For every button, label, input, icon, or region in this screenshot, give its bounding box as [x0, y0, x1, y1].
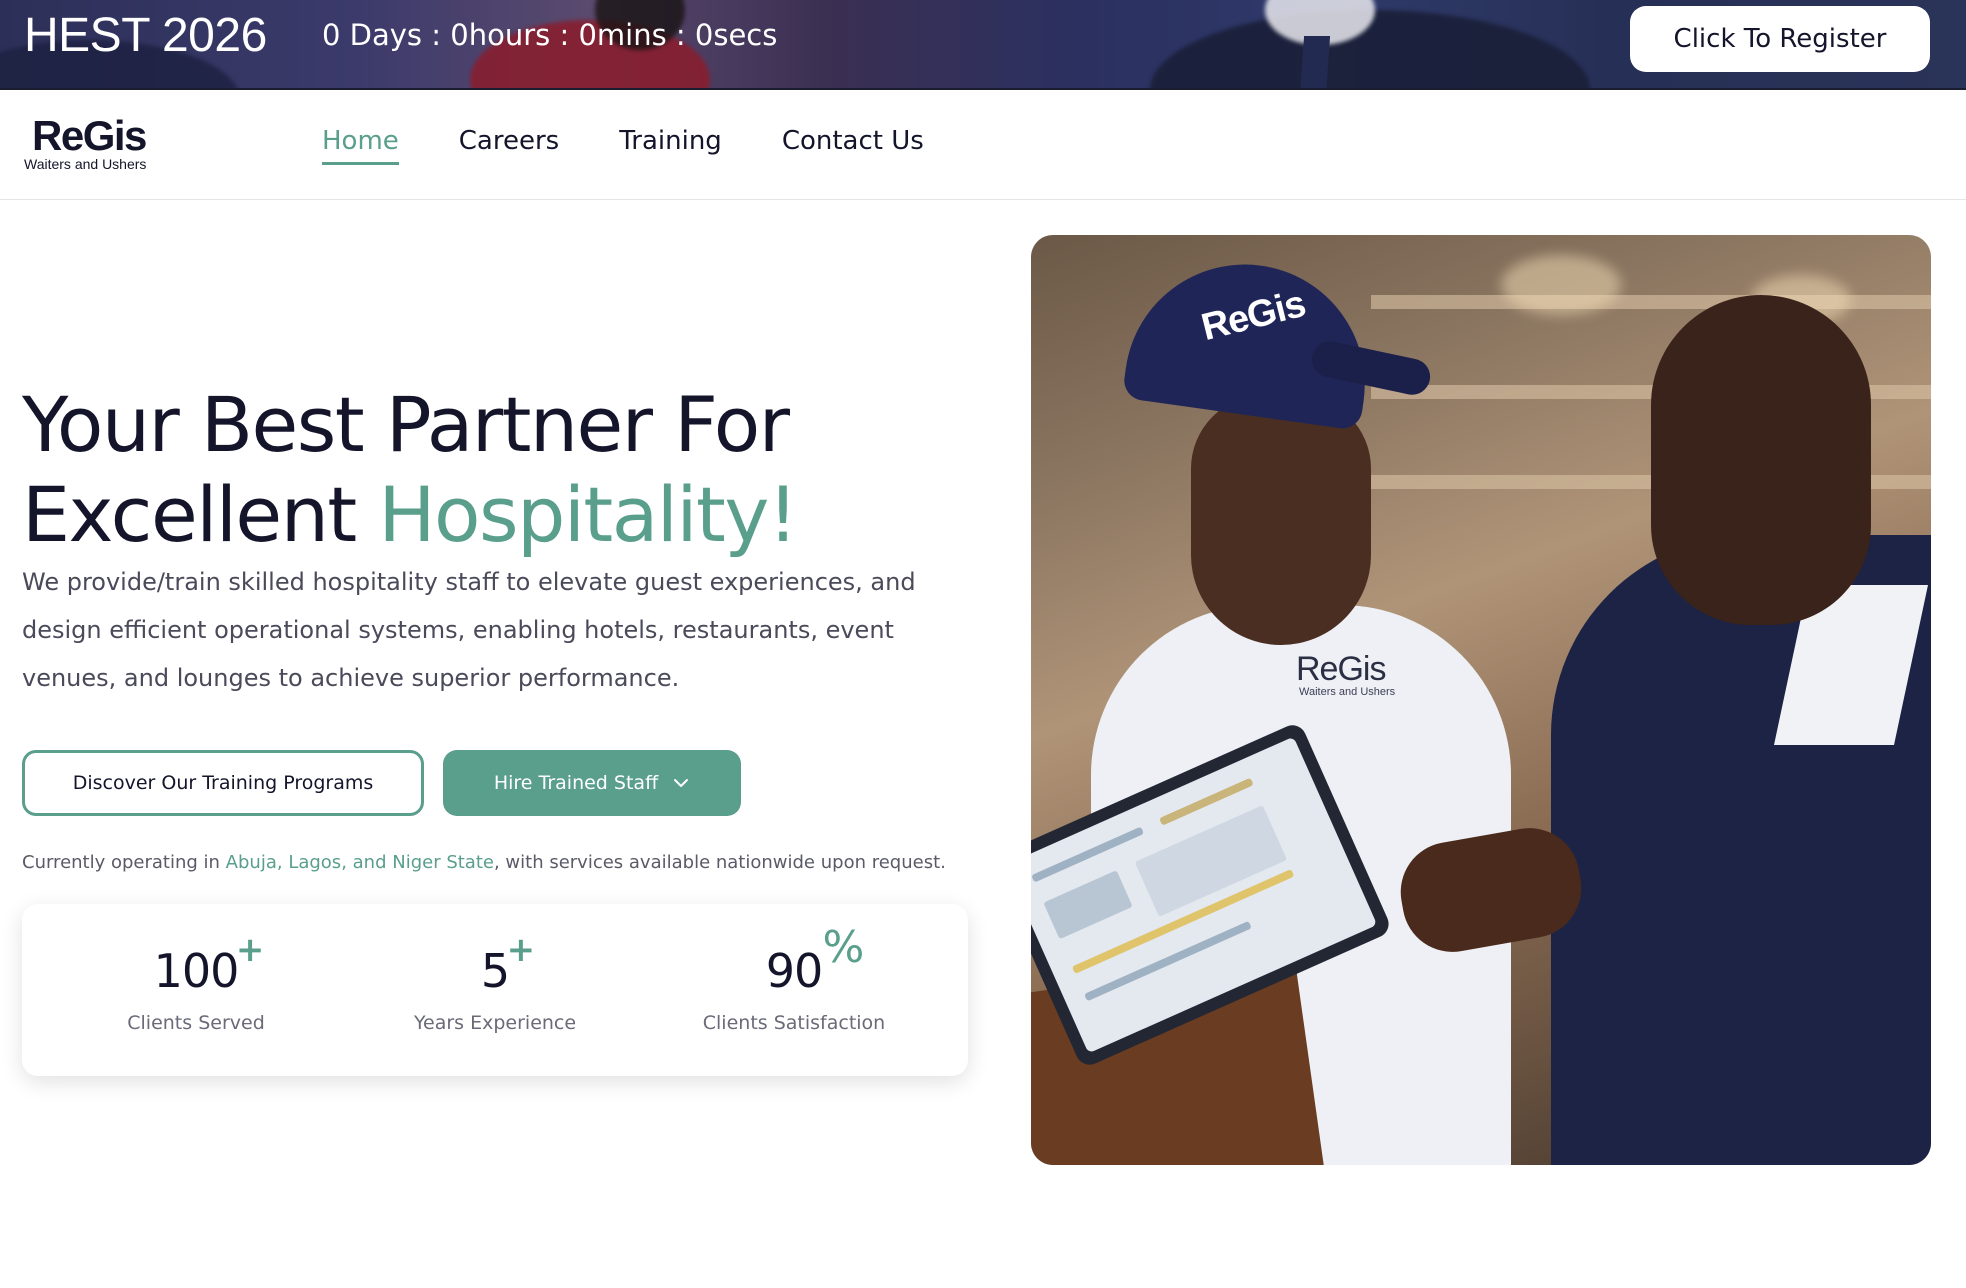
shirt-logo-text: ReGis: [1296, 650, 1386, 688]
hero-title-line2: Excellent: [22, 470, 379, 559]
banner-photo-shape: [1299, 36, 1331, 88]
stat-years-experience: 5 + Years Experience: [345, 930, 645, 1034]
hire-staff-label: Hire Trained Staff: [493, 772, 659, 794]
nav-link-home[interactable]: Home: [322, 126, 399, 165]
operating-prefix: Currently operating in: [22, 852, 226, 873]
plus-icon: +: [506, 930, 536, 970]
nav-links: Home Careers Training Contact Us: [322, 126, 984, 165]
photo-person-left-head: [1191, 395, 1371, 645]
hero-title-line1: Your Best Partner For: [22, 380, 790, 469]
photo-cap: [1121, 249, 1381, 431]
location-niger: and Niger State: [352, 852, 494, 873]
main-navbar: ReGis Waiters and Ushers Home Careers Tr…: [0, 90, 1966, 200]
location-abuja: Abuja: [225, 852, 277, 873]
shirt-logo-tagline: Waiters and Ushers: [1299, 686, 1396, 698]
location-separator: ,: [276, 852, 289, 873]
hero-description: We provide/train skilled hospitality sta…: [22, 568, 916, 692]
event-banner: HEST 2026 0 Days : 0hours : 0mins : 0sec…: [0, 0, 1966, 90]
stat-label: Years Experience: [413, 1012, 577, 1034]
stats-card: 100 + Clients Served 5 + Years Experienc…: [22, 904, 968, 1076]
training-programs-button[interactable]: Discover Our Training Programs: [22, 750, 424, 816]
stat-value: 5: [480, 944, 510, 998]
nav-link-contact[interactable]: Contact Us: [782, 126, 924, 165]
stat-label: Clients Served: [127, 1012, 265, 1034]
event-title: HEST 2026: [24, 9, 267, 62]
event-countdown: 0 Days : 0hours : 0mins : 0secs: [322, 18, 778, 52]
hire-staff-button[interactable]: Hire Trained Staff: [443, 750, 741, 816]
site-logo[interactable]: ReGis Waiters and Ushers: [24, 112, 174, 173]
stat-label: Clients Satisfaction: [702, 1012, 886, 1034]
percent-icon: %: [822, 922, 865, 973]
location-separator: ,: [341, 852, 353, 873]
nav-link-careers[interactable]: Careers: [459, 126, 559, 165]
register-button[interactable]: Click To Register: [1630, 6, 1930, 72]
location-lagos: Lagos: [288, 852, 342, 873]
stat-clients-served: 100 + Clients Served: [46, 930, 346, 1034]
nav-link-training[interactable]: Training: [619, 126, 722, 165]
stat-value: 90: [765, 944, 824, 998]
logo-tagline: Waiters and Ushers: [24, 156, 147, 172]
hero-title: Your Best Partner For Excellent Hospital…: [22, 380, 982, 560]
hero-title-accent: Hospitality!: [378, 470, 798, 559]
chevron-down-icon: [674, 779, 689, 787]
hero-photo: ReGis ReGis Waiters and Ushers: [1031, 235, 1931, 1165]
operating-locations: Currently operating in Abuja, Lagos, and…: [22, 852, 1022, 873]
operating-suffix: , with services available nationwide upo…: [493, 852, 946, 873]
photo-person-right-head: [1651, 295, 1871, 625]
stat-value: 100: [153, 944, 240, 998]
plus-icon: +: [235, 930, 265, 970]
photo-light: [1501, 255, 1621, 315]
stat-clients-satisfaction: 90 % Clients Satisfaction: [644, 922, 944, 1034]
logo-wordmark: ReGis: [32, 112, 147, 159]
